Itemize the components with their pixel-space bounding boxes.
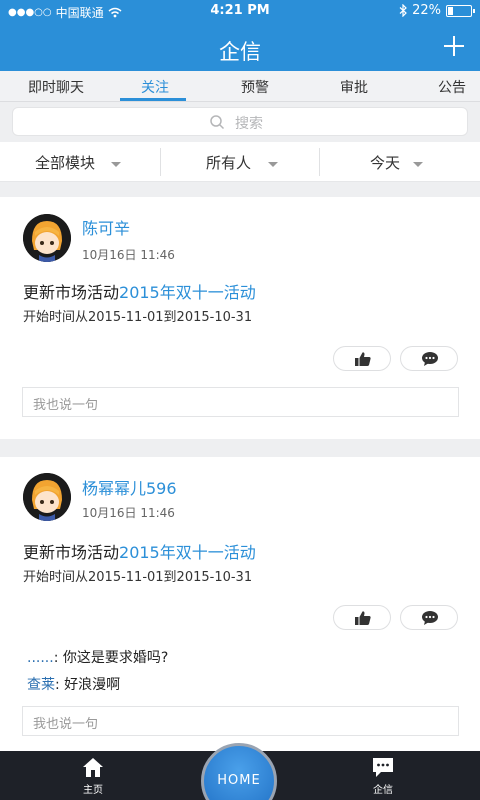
tab-follow[interactable]: 关注	[141, 77, 169, 97]
battery-percent: 22%	[412, 3, 441, 18]
page-title: 企信	[219, 40, 261, 64]
comment-input[interactable]: 我也说一句	[22, 387, 459, 417]
status-bar: ●●●○○ 中国联通 4:21 PM 22%	[0, 0, 480, 24]
chevron-down-icon	[111, 162, 121, 167]
avatar[interactable]	[23, 214, 71, 262]
activity-link[interactable]: 2015年双十一活动	[119, 283, 256, 302]
comment-placeholder: 我也说一句	[33, 717, 99, 732]
post-author[interactable]: 杨幂幂儿596	[82, 475, 177, 499]
tab-approval[interactable]: 审批	[340, 77, 368, 97]
comment-button[interactable]	[400, 605, 458, 630]
reply-author[interactable]: ......	[27, 650, 54, 666]
post-time: 10月16日 11:46	[82, 248, 175, 262]
avatar[interactable]	[23, 473, 71, 521]
comment-button[interactable]	[400, 346, 458, 371]
search-placeholder: 搜索	[235, 116, 263, 132]
tab-announcement[interactable]: 公告	[438, 77, 466, 97]
comment-placeholder: 我也说一句	[33, 398, 99, 413]
avatar-image	[23, 214, 71, 262]
battery-icon	[446, 4, 475, 17]
nav-qixin[interactable]: 企信	[353, 755, 413, 796]
avatar-image	[23, 473, 71, 521]
chat-icon	[373, 758, 393, 777]
filter-person[interactable]: 所有人	[160, 142, 320, 182]
search-icon	[210, 115, 225, 130]
filter-person-label: 所有人	[206, 154, 252, 172]
like-button[interactable]	[333, 605, 391, 630]
app-header: ●●●○○ 中国联通 4:21 PM 22% 企信	[0, 0, 480, 71]
filter-module-label: 全部模块	[35, 154, 96, 172]
search-area: 搜索	[0, 102, 480, 142]
bluetooth-icon	[399, 4, 407, 17]
tab-alert[interactable]: 预警	[241, 77, 269, 97]
add-icon[interactable]	[442, 34, 466, 58]
post-headline: 更新市场活动2015年双十一活动	[23, 279, 256, 303]
feed-card: 陈可辛 10月16日 11:46 更新市场活动2015年双十一活动 开始时间从2…	[0, 197, 480, 439]
chevron-down-icon	[413, 162, 423, 167]
reply-text: : 好浪漫啊	[55, 677, 121, 693]
nav-qixin-label: 企信	[373, 785, 393, 796]
post-time: 10月16日 11:46	[82, 506, 175, 520]
tab-bar: 即时聊天 关注 预警 审批 公告	[0, 71, 480, 102]
post-detail: 开始时间从2015-11-01到2015-10-31	[23, 570, 253, 585]
reply-item: ......: 你这是要求婚吗?	[27, 647, 168, 667]
post-action: 更新市场活动	[23, 283, 120, 302]
comment-icon	[422, 352, 438, 366]
like-button[interactable]	[333, 346, 391, 371]
reply-author[interactable]: 查莱	[27, 677, 55, 693]
thumbs-up-icon	[355, 352, 371, 366]
nav-home[interactable]: 主页	[63, 755, 123, 796]
chevron-down-icon	[268, 162, 278, 167]
active-tab-indicator	[120, 98, 186, 101]
feed-card: 杨幂幂儿596 10月16日 11:46 更新市场活动2015年双十一活动 开始…	[0, 457, 480, 751]
filter-module[interactable]: 全部模块	[0, 142, 160, 182]
thumbs-up-icon	[355, 611, 371, 625]
home-icon	[83, 758, 103, 777]
post-headline: 更新市场活动2015年双十一活动	[23, 539, 256, 563]
comment-icon	[422, 611, 438, 625]
post-action: 更新市场活动	[23, 543, 120, 562]
filter-date[interactable]: 今天	[320, 142, 480, 182]
post-detail: 开始时间从2015-11-01到2015-10-31	[23, 310, 253, 325]
reply-item: 查莱: 好浪漫啊	[27, 674, 120, 694]
filter-bar: 全部模块 所有人 今天	[0, 142, 480, 182]
activity-link[interactable]: 2015年双十一活动	[119, 543, 256, 562]
post-author[interactable]: 陈可辛	[82, 215, 130, 239]
search-input[interactable]: 搜索	[12, 107, 468, 136]
tab-instant-chat[interactable]: 即时聊天	[28, 77, 84, 97]
nav-home-label: 主页	[83, 785, 103, 796]
filter-date-label: 今天	[370, 154, 401, 172]
comment-input[interactable]: 我也说一句	[22, 706, 459, 736]
reply-text: : 你这是要求婚吗?	[53, 650, 169, 666]
